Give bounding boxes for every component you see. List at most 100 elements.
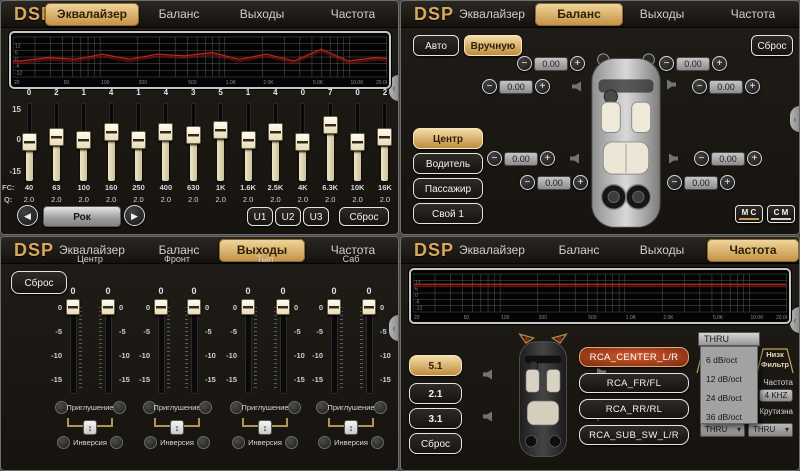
mode-button-5-1[interactable]: 5.1 (409, 355, 462, 376)
eq-band-slider[interactable] (268, 123, 283, 141)
rca-channel-button-2[interactable]: RCA_FR/FL (579, 373, 689, 393)
memory-button-u1[interactable]: U1 (247, 207, 273, 226)
balance-manual-button[interactable]: Вручную (464, 35, 522, 56)
slide-out-handle[interactable]: ‹ (790, 106, 800, 132)
tab-equalizer[interactable]: Эквалайзер (45, 3, 139, 26)
mute-toggle-right[interactable] (374, 401, 387, 414)
low-filter-tab[interactable]: НизкФильтр (753, 347, 797, 373)
channel-link-icon[interactable]: ↕ (344, 420, 358, 435)
mc-button[interactable]: M C (735, 205, 763, 223)
balance-minus-button[interactable]: − (517, 56, 532, 71)
rca-channel-button-1[interactable]: RCA_CENTER_L/R (579, 347, 689, 367)
mute-toggle-right[interactable] (113, 401, 126, 414)
slope-dropdown-selected[interactable]: THRU (698, 332, 760, 346)
balance-minus-button[interactable]: − (487, 151, 502, 166)
rca-channel-button-4[interactable]: RCA_SUB_SW_L/R (579, 425, 689, 445)
preset-prev-button[interactable]: ◀ (17, 205, 38, 226)
eq-band-slider[interactable] (22, 133, 37, 151)
output-slider[interactable] (276, 299, 290, 315)
tab-outputs[interactable]: Выходы (219, 3, 305, 26)
eq-band-slider[interactable] (295, 133, 310, 151)
balance-reset-button[interactable]: Сброс (751, 35, 793, 56)
tab-outputs[interactable]: Выходы (619, 239, 705, 262)
invert-toggle-right[interactable] (285, 436, 298, 449)
eq-band-slider[interactable] (76, 131, 91, 149)
output-slider[interactable] (154, 299, 168, 315)
crossover-reset-button[interactable]: Сброс (409, 433, 462, 454)
balance-auto-button[interactable]: Авто (413, 35, 459, 56)
eq-reset-button[interactable]: Сброс (339, 207, 389, 226)
dropdown-option-4[interactable]: 36 dB/oct (701, 408, 757, 426)
tab-balance[interactable]: Баланс (535, 239, 623, 262)
output-slider-ticks (274, 307, 277, 391)
tab-balance[interactable]: Баланс (135, 3, 223, 26)
band-q-value: 2.0 (373, 195, 397, 204)
tab-balance[interactable]: Баланс (535, 3, 623, 26)
position-button-4[interactable]: Свой 1 (413, 203, 483, 224)
eq-band-slider[interactable] (131, 131, 146, 149)
band-q-value: 2.0 (209, 195, 233, 204)
balance-plus-button[interactable]: + (535, 79, 550, 94)
output-slider[interactable] (362, 299, 376, 315)
tab-equalizer[interactable]: Эквалайзер (445, 3, 539, 26)
tab-frequency[interactable]: Частота (707, 239, 799, 262)
eq-band-slider[interactable] (241, 131, 256, 149)
tab-frequency[interactable]: Частота (707, 3, 799, 26)
dropdown-option-3[interactable]: 24 dB/oct (701, 389, 757, 407)
tab-outputs[interactable]: Выходы (619, 3, 705, 26)
tab-frequency[interactable]: Частота (307, 3, 399, 26)
balance-plus-button[interactable]: + (745, 79, 760, 94)
eq-band-slider[interactable] (213, 121, 228, 139)
eq-band-slider[interactable] (104, 123, 119, 141)
eq-band-slider[interactable] (158, 123, 173, 141)
mode-button-2-1[interactable]: 2.1 (409, 383, 462, 404)
eq-band-slider[interactable] (49, 128, 64, 146)
speaker-icon (483, 367, 494, 385)
position-button-3[interactable]: Пассажир (413, 178, 483, 199)
eq-band-slider[interactable] (323, 116, 338, 134)
knob-stripe (352, 141, 363, 144)
balance-plus-button[interactable]: + (720, 175, 735, 190)
balance-minus-button[interactable]: − (520, 175, 535, 190)
balance-minus-button[interactable]: − (692, 79, 707, 94)
eq-band-slider[interactable] (350, 133, 365, 151)
output-slider[interactable] (66, 299, 80, 315)
preset-next-button[interactable]: ▶ (124, 205, 145, 226)
slide-out-handle[interactable]: ‹ (790, 307, 800, 333)
dropdown-option-1[interactable]: 6 dB/oct (701, 351, 757, 369)
invert-toggle-right[interactable] (110, 436, 123, 449)
balance-plus-button[interactable]: + (712, 56, 727, 71)
balance-plus-button[interactable]: + (747, 151, 762, 166)
mode-button-3-1[interactable]: 3.1 (409, 408, 462, 429)
output-slider[interactable] (241, 299, 255, 315)
output-slider-ticks (167, 307, 170, 391)
outputs-reset-button[interactable]: Сброс (11, 271, 67, 294)
eq-band-slider[interactable] (377, 128, 392, 146)
output-slider[interactable] (187, 299, 201, 315)
output-slider[interactable] (101, 299, 115, 315)
rca-channel-button-3[interactable]: RCA_RR/RL (579, 399, 689, 419)
output-slider[interactable] (327, 299, 341, 315)
channel-link-icon[interactable]: ↕ (83, 420, 97, 435)
position-button-2[interactable]: Водитель (413, 153, 483, 174)
speaker-icon (483, 409, 494, 427)
mute-toggle-right[interactable] (288, 401, 301, 414)
channel-link-icon[interactable]: ↕ (170, 420, 184, 435)
channel-link-icon[interactable]: ↕ (258, 420, 272, 435)
preset-button[interactable]: Рок (43, 206, 121, 227)
eq-band-slider[interactable] (186, 126, 201, 144)
position-button-1[interactable]: Центр (413, 128, 483, 149)
output-group-label: Тыл (233, 254, 297, 264)
output-slider-value: 0 (359, 286, 379, 296)
memory-button-u3[interactable]: U3 (303, 207, 329, 226)
cm-button[interactable]: C M (767, 205, 795, 223)
dropdown-option-2[interactable]: 12 dB/oct (701, 370, 757, 388)
balance-plus-button[interactable]: + (540, 151, 555, 166)
mute-toggle-right[interactable] (199, 401, 212, 414)
memory-button-u2[interactable]: U2 (275, 207, 301, 226)
invert-toggle-right[interactable] (197, 436, 210, 449)
invert-toggle-right[interactable] (371, 436, 384, 449)
tab-equalizer[interactable]: Эквалайзер (445, 239, 539, 262)
balance-minus-button[interactable]: − (482, 79, 497, 94)
balance-minus-button[interactable]: − (694, 151, 709, 166)
